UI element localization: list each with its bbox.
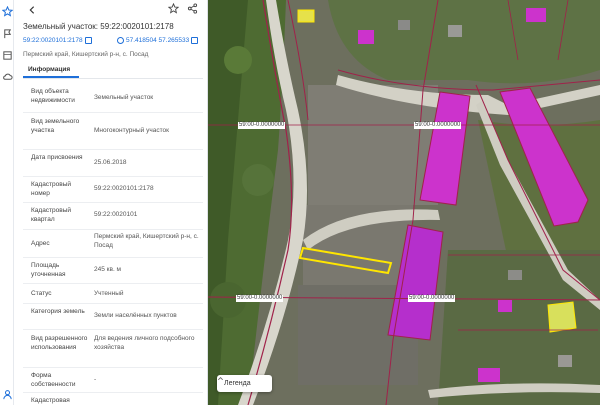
layers-icon[interactable] [1, 49, 13, 61]
zone-label: 59:00-0.0000000 [414, 122, 462, 129]
zone-label: 59:00-0.0000000 [238, 122, 286, 129]
page-title: Земельный участок: 59:22:0020101:2178 [23, 22, 174, 31]
info-value: Пермский край, Кишертский р-н, с. Посад [94, 233, 199, 249]
info-row: Вид объекта недвижимости Земельный участ… [23, 82, 203, 113]
info-value: Земли населённых пунктов [94, 312, 177, 319]
building [398, 20, 410, 30]
address-subtitle: Пермский край, Кишертский р-н, с. Посад [23, 51, 149, 58]
chevron-up-icon [218, 377, 223, 381]
info-value: Для ведения личного подсобного хозяйства [94, 335, 195, 351]
info-key: Кадастровая [31, 397, 70, 404]
favorite-star-icon[interactable] [167, 1, 180, 14]
info-row: Статус Учтенный [23, 284, 203, 304]
info-panel: Земельный участок: 59:22:0020101:2178 59… [14, 0, 208, 405]
info-key: Площадь уточненная [31, 262, 66, 278]
pin-icon[interactable] [1, 27, 13, 39]
info-row: Кадастровый квартал 59:22:0020101 [23, 203, 203, 230]
info-row: Вид разрешенного использования Для веден… [23, 330, 203, 368]
tab-information[interactable]: Информация [28, 66, 70, 73]
building [358, 30, 374, 44]
info-value: 59:22:0020101 [94, 211, 138, 218]
parcel [297, 9, 315, 23]
info-value: 245 кв. м [94, 266, 122, 273]
building [508, 270, 522, 280]
map-view[interactable]: 59:00-0.0000000 59:00-0.0000000 59:00-0.… [208, 0, 600, 405]
info-row: Категория земель Земли населённых пункто… [23, 304, 203, 330]
info-row: Форма собственности - [23, 368, 203, 393]
location-icon [117, 37, 124, 44]
cadastral-number-chip[interactable]: 59:22:0020101:2178 [23, 37, 92, 44]
star-icon[interactable] [1, 5, 13, 17]
info-key: Вид объекта недвижимости [31, 88, 75, 104]
info-key: Кадастровый номер [31, 181, 72, 197]
info-key: Адрес [31, 240, 50, 247]
coordinates-chip[interactable]: 57.418504 57.265533 [117, 37, 199, 44]
building [478, 368, 500, 382]
info-value: 25.06.2018 [94, 159, 127, 166]
info-key: Вид земельного участка [31, 118, 80, 134]
tree-canopy [224, 46, 252, 74]
info-key: Форма собственности [31, 372, 76, 388]
info-row: Площадь уточненная 245 кв. м [23, 258, 203, 284]
building [526, 8, 546, 22]
tree-canopy [242, 164, 274, 196]
info-value: 59:22:0020101:2178 [94, 185, 154, 192]
info-row: Вид земельного участка Многоконтурный уч… [23, 113, 203, 150]
building [558, 355, 572, 367]
legend-button[interactable]: Легенда [217, 375, 272, 392]
zone-label: 59:00-0.0000000 [408, 295, 456, 302]
info-row: Адрес Пермский край, Кишертский р-н, с. … [23, 230, 203, 258]
info-key: Категория земель [31, 308, 85, 315]
info-key: Дата присвоения [31, 154, 83, 161]
info-value: - [94, 376, 97, 383]
copy-icon[interactable] [84, 37, 92, 44]
user-icon[interactable] [1, 388, 13, 400]
panel-toolbar [14, 0, 207, 16]
info-key: Вид разрешенного использования [31, 335, 88, 351]
info-key: Статус [31, 290, 52, 297]
share-icon[interactable] [187, 1, 199, 14]
info-row: Кадастровый номер 59:22:0020101:2178 [23, 177, 203, 203]
copy-icon[interactable] [191, 37, 199, 44]
building [448, 25, 462, 37]
parcel [547, 301, 577, 333]
zone-label: 59:00-0.0000000 [236, 295, 284, 302]
coordinates-text[interactable]: 57.418504 57.265533 [126, 37, 189, 44]
satellite-map[interactable] [208, 0, 600, 405]
cadastral-number-link[interactable]: 59:22:0020101:2178 [23, 37, 83, 44]
info-row: Дата присвоения 25.06.2018 [23, 150, 203, 177]
cloud-icon[interactable] [1, 70, 13, 82]
left-rail [0, 0, 14, 405]
info-row: Кадастровая [23, 393, 203, 405]
building [498, 300, 512, 312]
info-value: Многоконтурный участок [94, 127, 169, 134]
info-value: Учтенный [94, 290, 124, 297]
divider [23, 78, 203, 79]
back-arrow-icon[interactable] [27, 2, 39, 14]
info-key: Кадастровый квартал [31, 207, 72, 223]
legend-label: Легенда [224, 380, 251, 387]
info-value: Земельный участок [94, 94, 154, 101]
